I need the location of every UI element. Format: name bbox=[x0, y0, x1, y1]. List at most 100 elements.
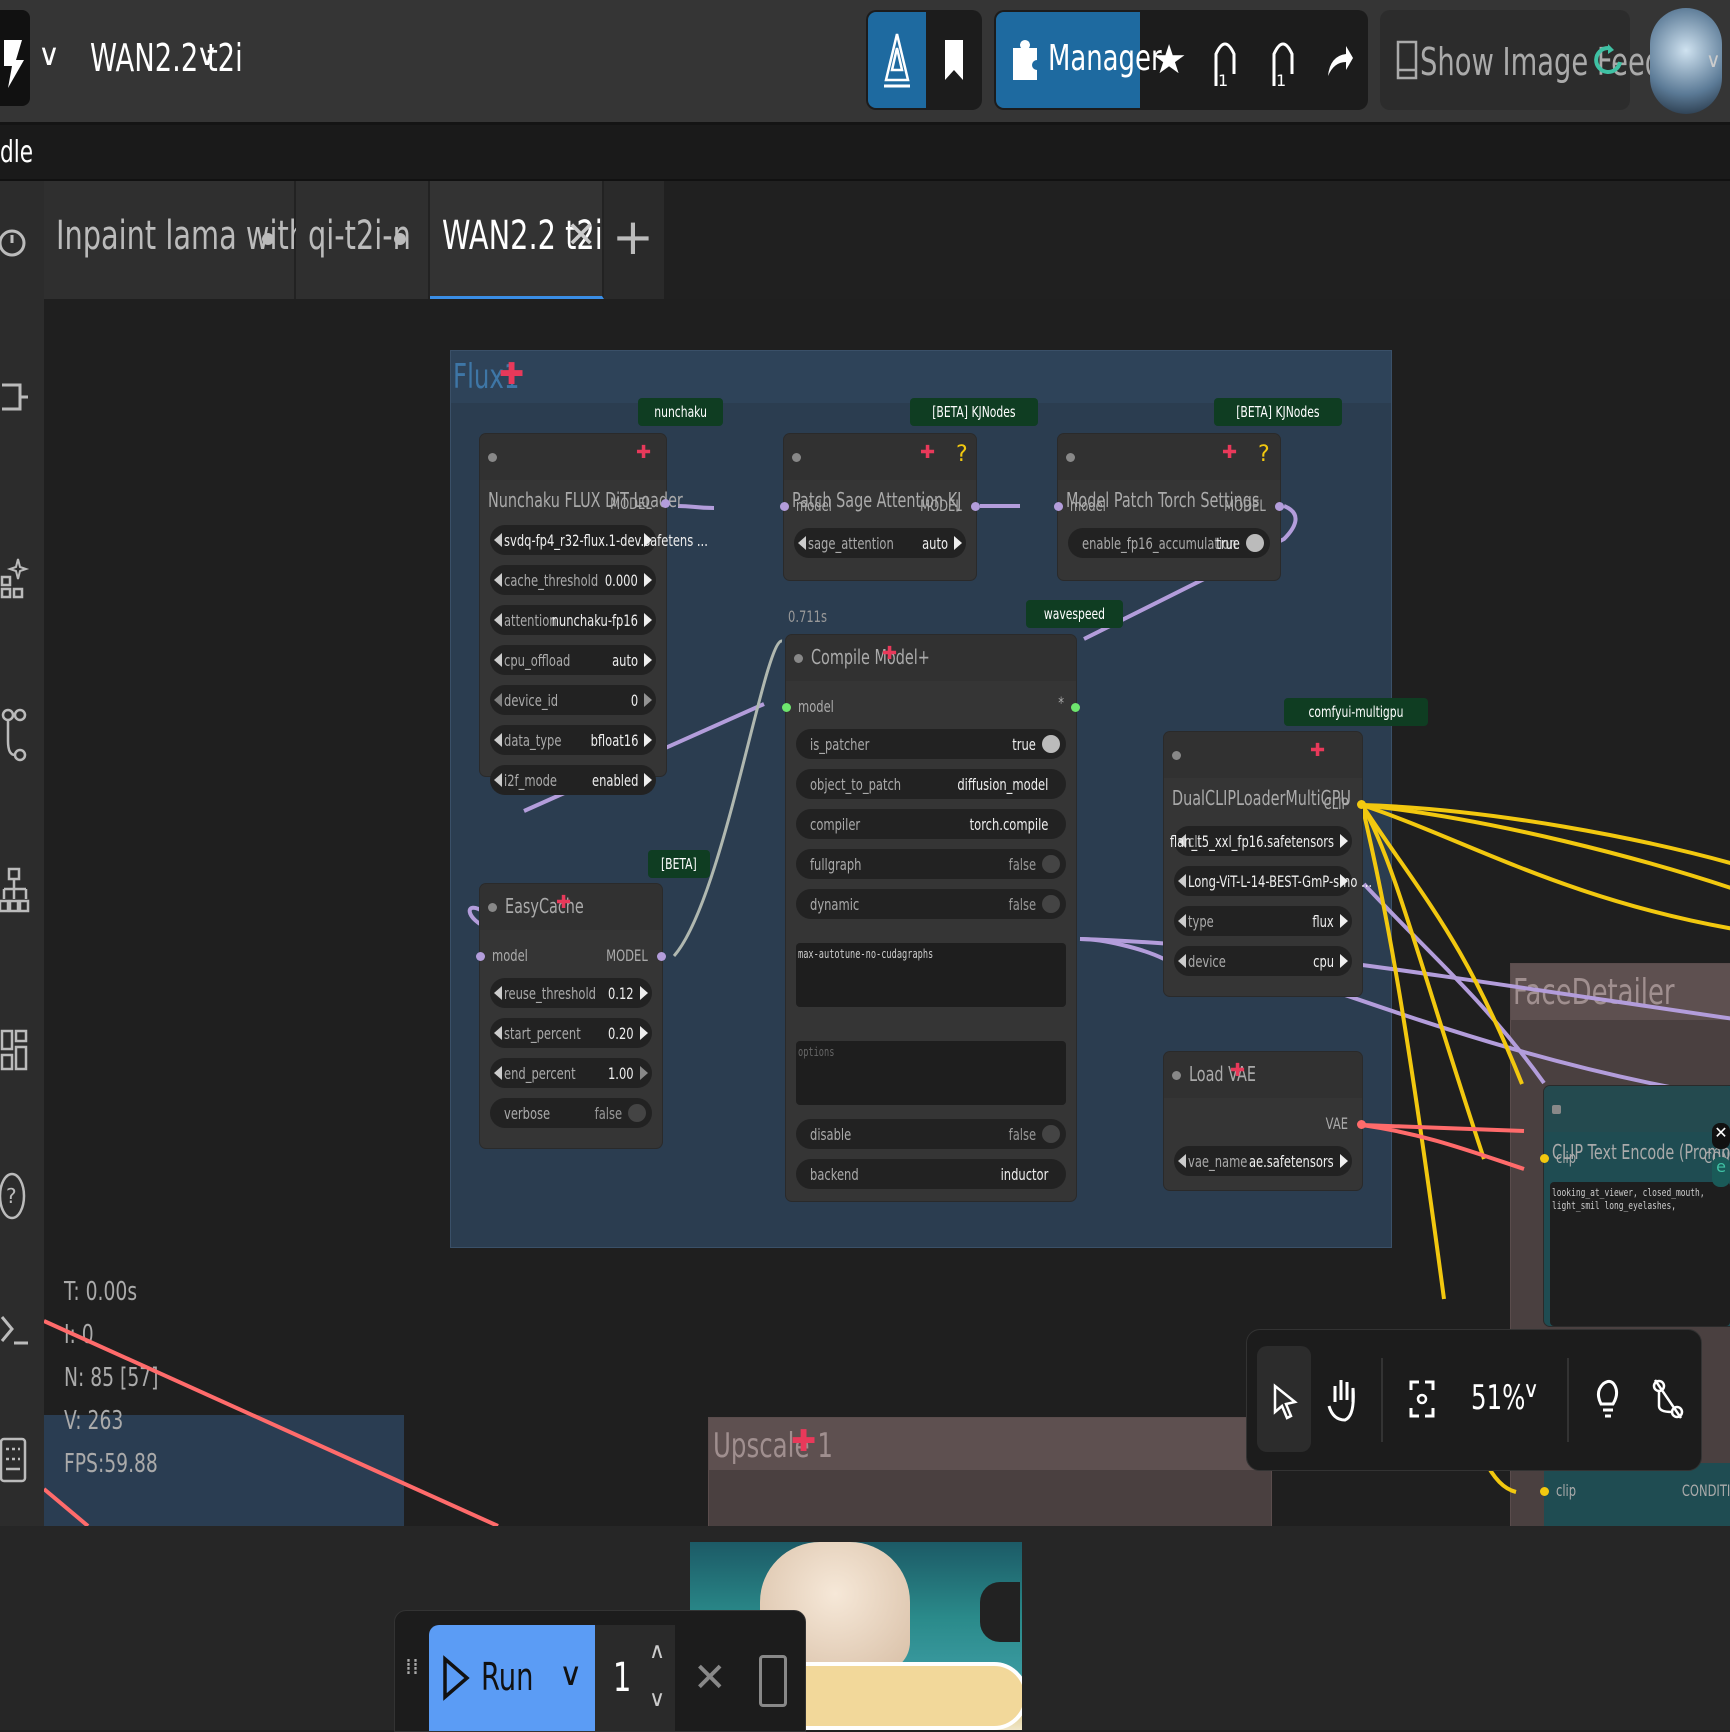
bookmark-icon[interactable] bbox=[928, 12, 980, 108]
output-port[interactable] bbox=[1275, 502, 1284, 511]
output-port[interactable] bbox=[661, 499, 670, 508]
node-badge: nunchaku bbox=[638, 398, 724, 426]
fit-view-icon[interactable] bbox=[1395, 1346, 1449, 1452]
widget-disable[interactable]: disable false bbox=[796, 1119, 1066, 1149]
run-button[interactable]: Run ∨ bbox=[429, 1625, 595, 1731]
close-icon[interactable]: ✕ bbox=[566, 215, 596, 256]
close-node-icon[interactable]: ✕ bbox=[1712, 1123, 1730, 1149]
widget-model-name[interactable]: svdq-fp4_r32-flux.1-dev.safetens ... bbox=[490, 525, 708, 555]
show-image-feed-button[interactable]: Show Image Feed bbox=[1380, 10, 1662, 110]
widget-cache-threshold[interactable]: cache_threshold 0.000 bbox=[490, 565, 656, 595]
widget-clip-name2[interactable]: Long-ViT-L-14-BEST-GmP-smo ... bbox=[1174, 866, 1372, 896]
bulb-icon[interactable] bbox=[1581, 1346, 1635, 1452]
batch-count-input[interactable]: 1 ∧ ∨ bbox=[595, 1625, 675, 1731]
node-action-icon[interactable]: e bbox=[1712, 1157, 1730, 1187]
output-port[interactable] bbox=[1357, 800, 1366, 809]
widget-sage-attention[interactable]: sage_attention auto bbox=[794, 528, 966, 558]
workflow-menu-chevron-icon[interactable]: ∨ bbox=[196, 38, 218, 73]
node-library-icon[interactable] bbox=[0, 377, 30, 421]
tab-inpaint-lama[interactable]: Inpaint lama with F2 bbox=[44, 181, 351, 299]
widget-start-percent[interactable]: start_percent 0.20 bbox=[490, 1018, 652, 1048]
pin-icon: ✚ bbox=[556, 892, 572, 913]
decrement-icon[interactable]: ∨ bbox=[649, 1687, 665, 1712]
history-icon[interactable] bbox=[0, 221, 30, 269]
widget-is-patcher[interactable]: is_patcher true bbox=[796, 729, 1066, 759]
widget-i2f-mode[interactable]: i2f_mode enabled bbox=[490, 765, 656, 795]
widget-end-percent[interactable]: end_percent 1.00 bbox=[490, 1058, 652, 1088]
model-library-icon[interactable] bbox=[868, 12, 926, 108]
output-port[interactable] bbox=[1357, 1120, 1366, 1129]
workflows-icon[interactable] bbox=[0, 707, 30, 767]
input-port[interactable] bbox=[1054, 502, 1063, 511]
widget-fullgraph[interactable]: fullgraph false bbox=[796, 849, 1066, 879]
node-dualclip-loader[interactable]: DualCLIPLoaderMultiGPU ✚ CLIP cli flan_t5… bbox=[1164, 732, 1372, 996]
node-model-patch-torch-settings[interactable]: Model Patch Torch Settings ✚ ? model MOD… bbox=[1054, 434, 1284, 580]
node-clip-text-encode-2[interactable]: clip CONDITI bbox=[1540, 1463, 1730, 1526]
terminal-icon[interactable] bbox=[0, 1307, 30, 1355]
options-textarea[interactable]: options bbox=[796, 1041, 1066, 1105]
node-input-label: model bbox=[1070, 496, 1106, 515]
widget-dynamic[interactable]: dynamic false bbox=[796, 889, 1066, 919]
node-map-icon[interactable] bbox=[0, 867, 30, 921]
node-load-vae[interactable]: Load VAE ✚ VAE vae_name ae.safetensors bbox=[1164, 1052, 1366, 1190]
widget-object-to-patch[interactable]: object_to_patch diffusion_model bbox=[796, 769, 1066, 799]
star-icon[interactable]: ★ bbox=[1144, 12, 1194, 108]
drag-handle-icon[interactable]: ⁞⁞ bbox=[405, 1657, 419, 1679]
avatar-chevron-icon[interactable]: ∨ bbox=[1706, 48, 1721, 72]
widget-attention[interactable]: attention nunchaku-fp16 bbox=[490, 605, 656, 635]
share-icon[interactable] bbox=[1312, 12, 1366, 108]
input-port[interactable] bbox=[1540, 1487, 1549, 1496]
queue-prompt-2-icon[interactable]: 1 bbox=[1256, 12, 1310, 108]
input-port[interactable] bbox=[780, 502, 789, 511]
stop-icon[interactable] bbox=[759, 1655, 787, 1707]
input-port[interactable] bbox=[476, 952, 485, 961]
tab-wan22-t2i[interactable]: WAN2.2 t2i ✕ bbox=[430, 181, 604, 299]
node-badge: [BETA] bbox=[648, 850, 710, 878]
select-tool-icon[interactable] bbox=[1257, 1346, 1311, 1452]
widget-backend[interactable]: backend inductor bbox=[796, 1159, 1066, 1189]
widget-verbose[interactable]: verbose false bbox=[490, 1098, 652, 1128]
hand-tool-icon[interactable] bbox=[1317, 1346, 1371, 1452]
comfy-logo-icon[interactable] bbox=[0, 10, 30, 106]
node-clip-text-encode[interactable]: CLIP Text Encode (Prompt) clip CON looki… bbox=[1540, 1086, 1730, 1326]
input-port[interactable] bbox=[1540, 1154, 1549, 1163]
graph-canvas[interactable]: T: 0.00s I: 0 N: 85 [57] V: 263 FPS:59.8… bbox=[44, 299, 1730, 1528]
widget-cpu-offload[interactable]: cpu_offload auto bbox=[490, 645, 656, 675]
widget-device[interactable]: device cpu bbox=[1174, 946, 1352, 976]
keyboard-icon[interactable] bbox=[0, 1435, 30, 1489]
templates-icon[interactable] bbox=[0, 1027, 30, 1081]
model-library-sidebar-icon[interactable] bbox=[0, 551, 30, 605]
widget-clip-name1[interactable]: cli flan_t5_xxl_fp16.safetensors bbox=[1170, 826, 1352, 856]
menu-bar-text: dle bbox=[0, 135, 34, 170]
widget-enable-fp16[interactable]: enable_fp16_accumulation true bbox=[1068, 528, 1270, 558]
help-question-icon[interactable]: ? bbox=[1258, 442, 1270, 467]
node-compile-model[interactable]: Compile Model+ ✚ model * is_patcher true … bbox=[782, 635, 1080, 1201]
help-question-icon[interactable]: ? bbox=[956, 442, 968, 467]
mode-textarea[interactable]: max-autotune-no-cudagraphs bbox=[796, 943, 1066, 1007]
chevron-down-icon[interactable]: ∨ bbox=[559, 1655, 582, 1693]
node-nunchaku-loader[interactable]: Nunchaku FLUX DiT Loader ✚ MODEL svdq-fp… bbox=[480, 434, 708, 795]
hide-links-icon[interactable] bbox=[1641, 1346, 1695, 1452]
help-icon[interactable]: ? bbox=[0, 1171, 30, 1225]
tab-qi-t2i-n[interactable]: qi-t2i-n bbox=[296, 181, 430, 299]
output-port[interactable] bbox=[971, 502, 980, 511]
prompt-textarea[interactable]: looking_at_viewer, closed_mouth, light_s… bbox=[1550, 1182, 1730, 1326]
widget-device-id[interactable]: device_id 0 bbox=[490, 685, 656, 715]
zoom-dropdown[interactable]: 51% ∨ bbox=[1471, 1378, 1547, 1418]
widget-vae-name[interactable]: vae_name ae.safetensors bbox=[1174, 1146, 1352, 1176]
logo-menu-chevron-icon[interactable]: ∨ bbox=[38, 38, 60, 73]
widget-compiler[interactable]: compiler torch.compile bbox=[796, 809, 1066, 839]
output-port[interactable] bbox=[1071, 703, 1080, 712]
queue-prompt-1-icon[interactable]: 1 bbox=[1198, 12, 1252, 108]
output-port[interactable] bbox=[657, 952, 666, 961]
new-tab-button[interactable]: + bbox=[608, 207, 658, 267]
manager-button[interactable]: Manager bbox=[996, 12, 1162, 108]
node-easycache[interactable]: EasyCache ✚ model MODEL reuse_threshold 0… bbox=[476, 884, 666, 1148]
widget-reuse-threshold[interactable]: reuse_threshold 0.12 bbox=[490, 978, 652, 1008]
input-port[interactable] bbox=[782, 703, 791, 712]
node-patch-sage-attention[interactable]: Patch Sage Attention KJ ✚ ? model MODEL … bbox=[780, 434, 980, 580]
increment-icon[interactable]: ∧ bbox=[649, 1639, 665, 1664]
widget-data-type[interactable]: data_type bfloat16 bbox=[490, 725, 656, 755]
cancel-icon[interactable]: ✕ bbox=[693, 1655, 727, 1701]
widget-type[interactable]: type flux bbox=[1174, 906, 1352, 936]
